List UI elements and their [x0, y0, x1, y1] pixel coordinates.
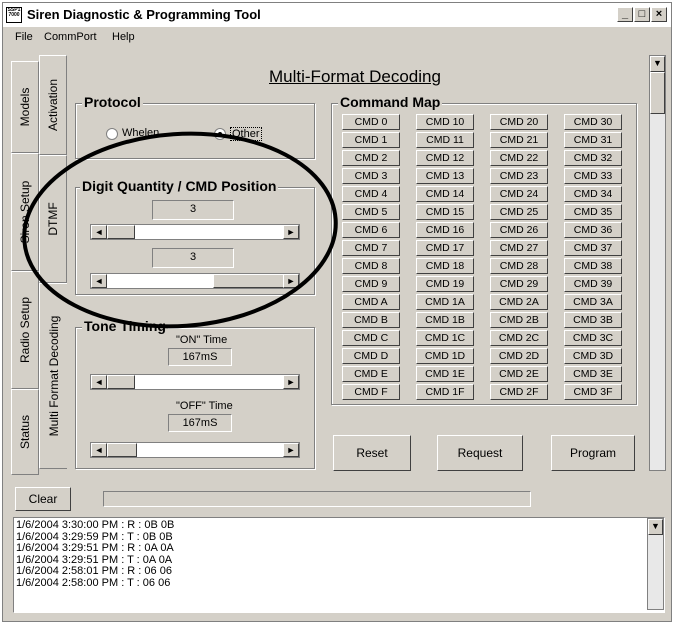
annotation-ellipse	[22, 131, 338, 329]
